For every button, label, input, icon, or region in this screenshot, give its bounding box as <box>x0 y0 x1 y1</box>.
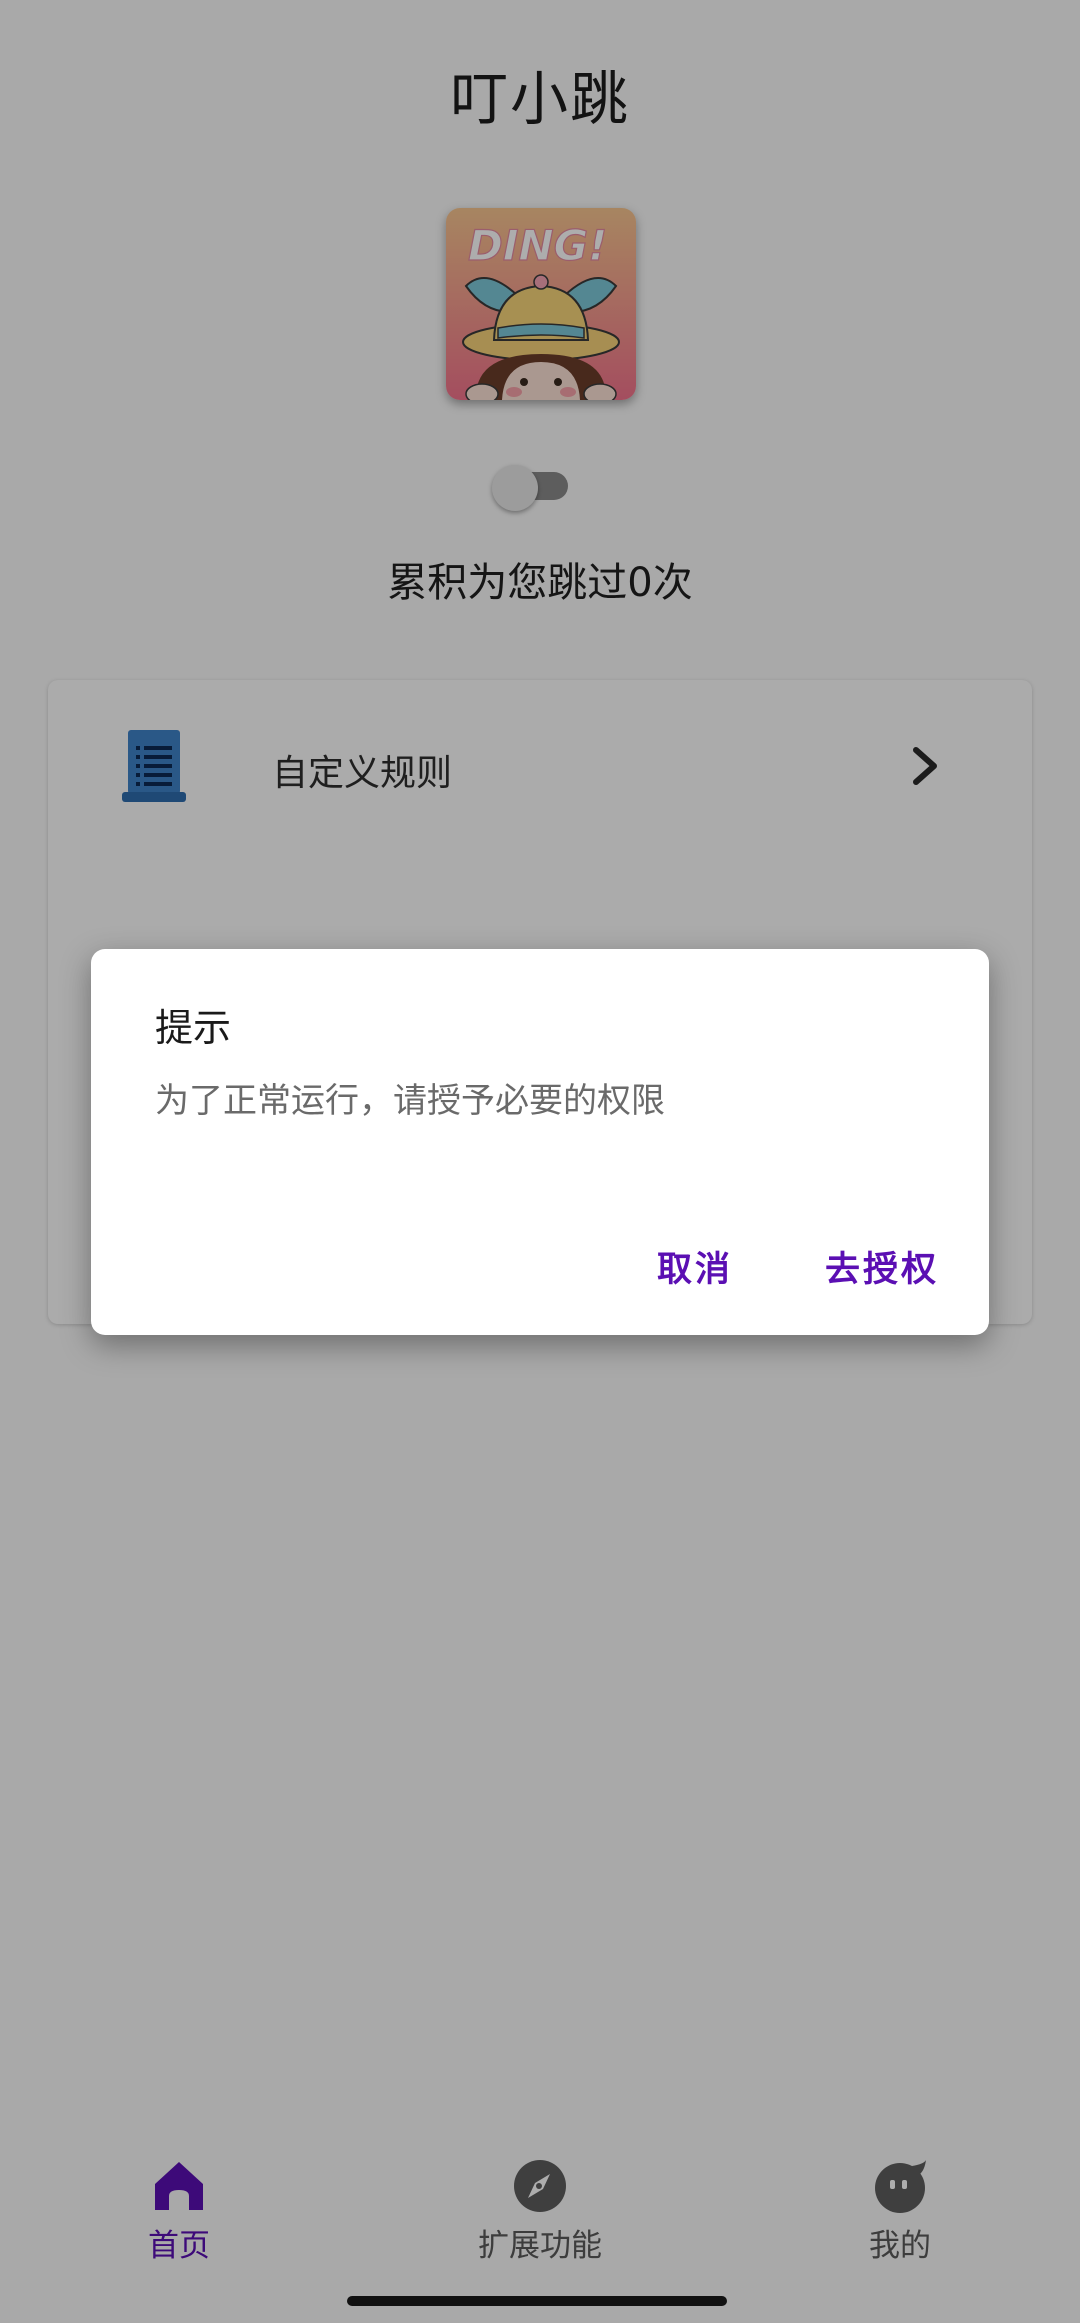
dialog-message: 为了正常运行，请授予必要的权限 <box>155 1081 665 1121</box>
dialog-title: 提示 <box>155 1006 232 1050</box>
cancel-button[interactable]: 取消 <box>657 1241 733 1292</box>
home-indicator <box>347 2296 727 2306</box>
grant-permission-button[interactable]: 去授权 <box>825 1241 939 1292</box>
permission-dialog: 提示 为了正常运行，请授予必要的权限 取消 去授权 <box>91 949 989 1335</box>
